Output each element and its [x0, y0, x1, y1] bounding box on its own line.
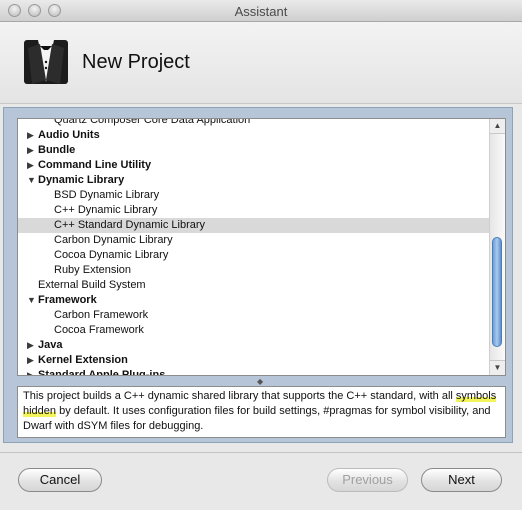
- template-list[interactable]: Quartz Composer Core Data Application ▶ Au…: [17, 118, 506, 376]
- list-item-label: Quartz Composer Core Data Application: [54, 118, 251, 126]
- assistant-header: New Project: [0, 22, 522, 104]
- split-grip-icon[interactable]: ◆: [257, 377, 263, 386]
- list-item-label: External Build System: [38, 279, 146, 291]
- list-item-label: Framework: [38, 294, 97, 306]
- list-item[interactable]: External Build System: [18, 278, 490, 293]
- scroll-up-arrow-icon[interactable]: ▲: [490, 119, 505, 134]
- previous-button[interactable]: Previous: [327, 468, 408, 492]
- list-item-label: Java: [38, 339, 63, 351]
- footer-divider: [0, 452, 522, 453]
- list-item-label: Audio Units: [38, 129, 100, 141]
- next-button[interactable]: Next: [421, 468, 502, 492]
- list-item-label: Command Line Utility: [38, 159, 152, 171]
- disclosure-collapsed-icon[interactable]: ▶: [27, 143, 37, 158]
- title-bar: Assistant: [0, 0, 522, 22]
- list-item-label: Kernel Extension: [38, 354, 128, 366]
- scroll-down-arrow-icon[interactable]: ▼: [490, 360, 505, 375]
- list-item-label: C++ Standard Dynamic Library: [54, 219, 206, 231]
- list-item-label: Standard Apple Plug-ins: [38, 369, 166, 376]
- list-item-label: BSD Dynamic Library: [54, 189, 160, 201]
- description-text-rest: by default. It uses configuration files …: [23, 405, 491, 432]
- list-item[interactable]: ▶ Kernel Extension: [18, 353, 490, 368]
- page-title: New Project: [82, 51, 190, 73]
- list-item-label: Bundle: [38, 144, 76, 156]
- vertical-scrollbar[interactable]: ▲ ▼: [489, 119, 505, 375]
- list-item[interactable]: ▶ Command Line Utility: [18, 158, 490, 173]
- list-item[interactable]: Carbon Framework: [18, 308, 490, 323]
- template-rows: Quartz Composer Core Data Application ▶ Au…: [18, 118, 490, 376]
- cancel-button[interactable]: Cancel: [18, 468, 102, 492]
- list-item[interactable]: C++ Standard Dynamic Library: [18, 218, 490, 233]
- list-item[interactable]: ▶ Bundle: [18, 143, 490, 158]
- list-item[interactable]: Quartz Composer Core Data Application: [18, 118, 490, 128]
- header-divider: [0, 103, 522, 104]
- list-item[interactable]: Ruby Extension: [18, 263, 490, 278]
- list-item[interactable]: C++ Dynamic Library: [18, 203, 490, 218]
- list-item-label: Cocoa Dynamic Library: [54, 249, 169, 261]
- list-item[interactable]: ▼ Framework: [18, 293, 490, 308]
- list-item[interactable]: Carbon Dynamic Library: [18, 233, 490, 248]
- disclosure-collapsed-icon[interactable]: ▶: [27, 368, 37, 375]
- list-item[interactable]: ▶ Standard Apple Plug-ins: [18, 368, 490, 376]
- list-item-label: Dynamic Library: [38, 174, 125, 186]
- list-item[interactable]: ▶ Java: [18, 338, 490, 353]
- disclosure-expanded-icon[interactable]: ▼: [27, 173, 37, 188]
- list-item[interactable]: ▶ Audio Units: [18, 128, 490, 143]
- list-item[interactable]: Cocoa Framework: [18, 323, 490, 338]
- list-item-label: Cocoa Framework: [54, 324, 144, 336]
- disclosure-collapsed-icon[interactable]: ▶: [27, 158, 37, 173]
- list-item[interactable]: Cocoa Dynamic Library: [18, 248, 490, 263]
- list-item-label: Carbon Dynamic Library: [54, 234, 173, 246]
- template-description: This project builds a C++ dynamic shared…: [17, 386, 506, 438]
- disclosure-expanded-icon[interactable]: ▼: [27, 293, 37, 308]
- list-item-label: C++ Dynamic Library: [54, 204, 158, 216]
- disclosure-collapsed-icon[interactable]: ▶: [27, 353, 37, 368]
- list-item-label: Carbon Framework: [54, 309, 149, 321]
- tuxedo-icon: [24, 40, 68, 84]
- list-item[interactable]: ▼ Dynamic Library: [18, 173, 490, 188]
- scroll-thumb[interactable]: [492, 237, 502, 347]
- disclosure-collapsed-icon[interactable]: ▶: [27, 338, 37, 353]
- window-title: Assistant: [234, 4, 288, 19]
- disclosure-collapsed-icon[interactable]: ▶: [27, 128, 37, 143]
- list-item[interactable]: BSD Dynamic Library: [18, 188, 490, 203]
- list-item-label: Ruby Extension: [54, 264, 132, 276]
- description-text: This project builds a C++ dynamic shared…: [23, 390, 456, 402]
